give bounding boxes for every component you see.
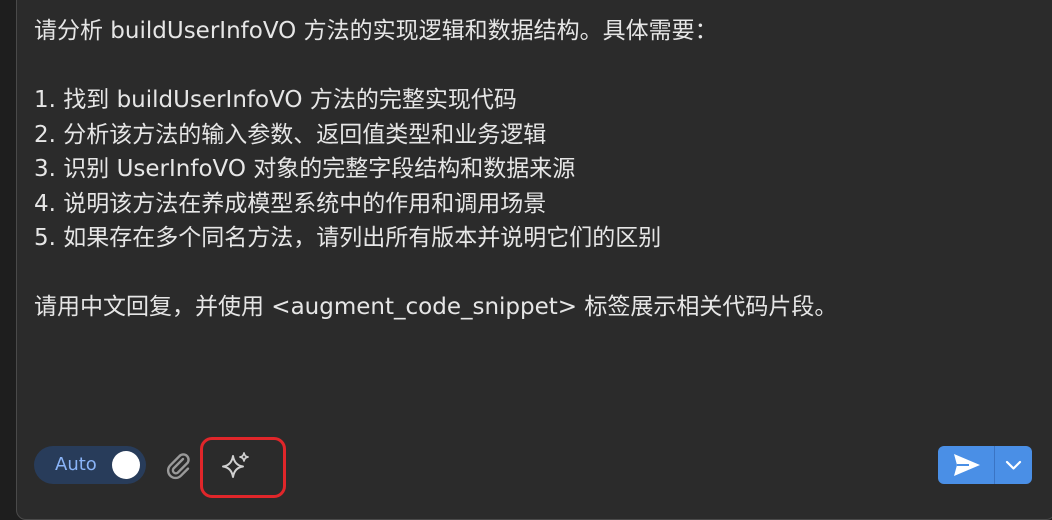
auto-toggle[interactable]: Auto: [34, 446, 146, 484]
prompt-line: 请用中文回复，并使用 <augment_code_snippet> 标签展示相关…: [34, 294, 838, 320]
prompt-input[interactable]: 请分析 buildUserInfoVO 方法的实现逻辑和数据结构。具体需要： 1…: [34, 14, 1034, 325]
send-options-dropdown[interactable]: [995, 446, 1032, 484]
paperclip-icon[interactable]: [162, 450, 194, 482]
prompt-line: 5. 如果存在多个同名方法，请列出所有版本并说明它们的区别: [34, 225, 662, 251]
prompt-line: 1. 找到 buildUserInfoVO 方法的完整实现代码: [34, 87, 517, 113]
paper-plane-icon: [954, 454, 980, 476]
input-toolbar: Auto: [0, 437, 1052, 500]
prompt-line: 4. 说明该方法在养成模型系统中的作用和调用场景: [34, 190, 547, 217]
toggle-knob: [112, 451, 140, 479]
auto-toggle-label: Auto: [55, 454, 97, 475]
prompt-line: 2. 分析该方法的输入参数、返回值类型和业务逻辑: [34, 121, 547, 148]
prompt-line: 请分析 buildUserInfoVO 方法的实现逻辑和数据结构。具体需要：: [34, 18, 718, 44]
sparkle-icon[interactable]: [220, 450, 252, 482]
chevron-down-icon: [1005, 460, 1022, 470]
prompt-line: 3. 识别 UserInfoVO 对象的完整字段结构和数据来源: [34, 156, 576, 182]
send-button[interactable]: [938, 446, 994, 484]
prompt-line: [34, 256, 1034, 291]
send-button-group: [938, 446, 1032, 484]
prompt-line: [34, 49, 1034, 84]
